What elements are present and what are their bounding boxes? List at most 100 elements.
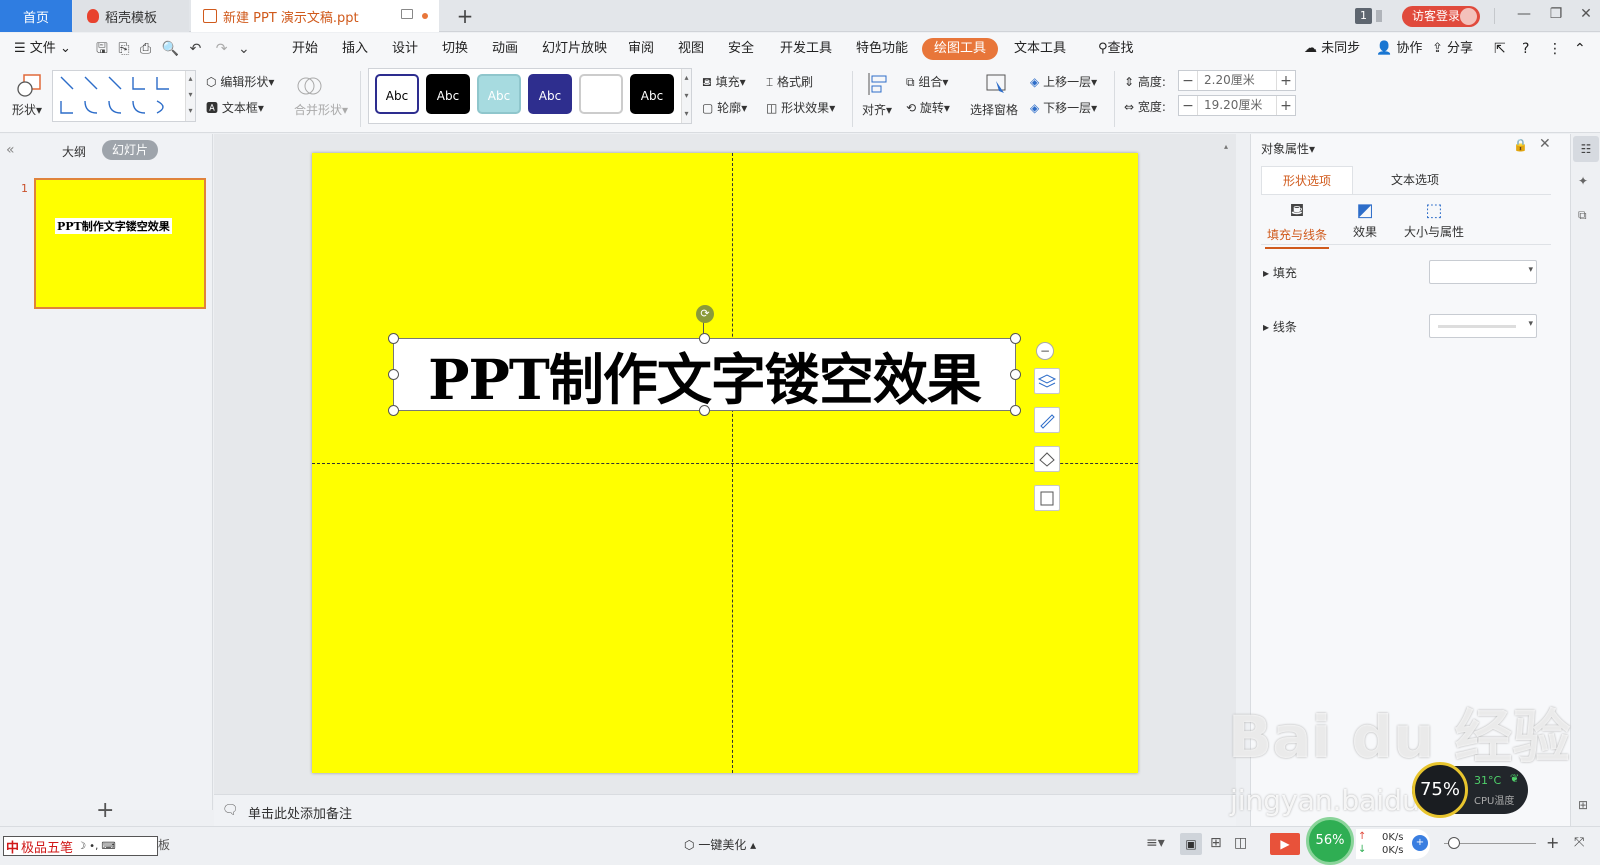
new-tab-button[interactable]: + [450,0,480,32]
shape-style-preset[interactable] [579,74,623,114]
ime-moon-icon[interactable]: ☽ •, ⌨ [77,841,116,852]
pen-icon[interactable] [1034,407,1060,433]
login-button[interactable]: 访客登录 [1402,6,1480,27]
fill-section[interactable]: ▸ 填充 [1263,264,1297,281]
resize-handle[interactable] [388,369,399,380]
slide-title[interactable]: PPT制作文字镂空效果 [428,335,982,415]
menu-item[interactable]: 特色功能 [856,33,908,65]
shape-gallery[interactable]: ▴ ▾ ▾ [52,70,196,122]
tab-document[interactable]: 新建 PPT 演示文稿.ppt [191,0,439,32]
panel-title[interactable]: 对象属性▾ [1261,140,1315,157]
boost-icon[interactable]: + [1412,835,1428,851]
menu-item[interactable]: 安全 [728,33,754,65]
merge-shape-button[interactable]: 合并形状▾ [294,101,348,118]
group-button[interactable]: ⧉ 组合▾ [906,73,948,90]
help-icon[interactable]: ? [1522,33,1529,65]
slide-thumbnail[interactable]: PPT制作文字镂空效果 [34,178,206,309]
height-input[interactable]: 2.20厘米 [1197,71,1277,90]
tab-outline[interactable]: 大纲 [62,143,86,160]
resize-handle[interactable] [1010,333,1021,344]
grid-icon[interactable]: ⊞ [1578,798,1588,812]
restore-icon[interactable]: ❐ [1546,6,1566,26]
copy-icon[interactable]: ⎘ [118,41,129,57]
minimize-icon[interactable]: — [1514,6,1534,26]
edit-shape-button[interactable]: ⬡ 编辑形状▾ [206,73,274,90]
play-slideshow-icon[interactable]: ▶ [1270,833,1300,855]
tab-slides[interactable]: 幻灯片 [102,140,158,160]
line-style-dropdown[interactable]: ▾ [1429,314,1537,338]
height-stepper[interactable]: −2.20厘米 + [1178,70,1296,91]
search-button[interactable]: ⚲查找 [1098,33,1134,65]
decrease-icon[interactable]: − [1179,98,1197,114]
menu-item[interactable]: 文本工具 [1014,33,1066,65]
file-menu[interactable]: ☰ 文件 ⌄ [14,33,71,65]
shape-button[interactable] [14,71,44,101]
tab-text-options[interactable]: 文本选项 [1369,166,1461,194]
rotate-button[interactable]: ⟲ 旋转▾ [906,99,950,116]
subtab-fill-line[interactable]: ⛾ 填充与线条 [1265,200,1329,249]
redo-icon[interactable]: ↷ [216,41,228,57]
increase-icon[interactable]: + [1277,73,1295,89]
bring-forward-button[interactable]: ◈ 上移一层▾ [1030,73,1097,90]
notes-placeholder[interactable]: 单击此处添加备注 [248,803,352,822]
preview-icon[interactable]: 🔍 [162,41,179,57]
collab-button[interactable]: 👤 协作 [1376,33,1422,65]
shape-style-preset[interactable]: Abc [375,74,419,114]
save-icon[interactable]: 🖫 [96,41,108,57]
fill-color-dropdown[interactable]: ▾ [1429,260,1537,284]
fill-button[interactable]: ⛾ 填充▾ [702,73,746,91]
frame-icon[interactable] [1034,485,1060,511]
shape-style-preset[interactable]: Abc [630,74,674,114]
shape-effect-button[interactable]: ◫ 形状效果▾ [766,99,835,116]
menu-item[interactable]: 审阅 [628,33,654,65]
pin-icon[interactable]: 🔒 [1513,138,1528,152]
collapse-ribbon-icon[interactable]: ⇱ [1494,33,1506,65]
selection-pane-button[interactable]: 选择窗格 [970,101,1018,118]
menu-item[interactable]: 插入 [342,33,368,65]
width-input[interactable]: 19.20厘米 [1197,96,1277,115]
menu-item[interactable]: 视图 [678,33,704,65]
menu-item[interactable]: 绘图工具 [922,38,999,60]
style-gallery-scroll[interactable]: ▴ ▾ ▾ [681,69,691,123]
scroll-up-icon[interactable]: ▴ [1224,142,1228,151]
ime-toolbar[interactable]: 中 极品五笔 ☽ •, ⌨ [3,836,158,856]
collapse-panel-icon[interactable]: « [6,142,15,158]
menu-item[interactable]: 设计 [392,33,418,65]
title-textbox[interactable]: PPT制作文字镂空效果 [393,338,1016,412]
tab-shape-options[interactable]: 形状选项 [1261,166,1353,194]
textbox-button[interactable]: 🅰 文本框▾ [206,99,264,116]
gallery-scroll[interactable]: ▴ ▾ ▾ [185,71,195,121]
add-slide-button[interactable]: + [96,798,114,823]
normal-view-icon[interactable]: ▣ [1180,833,1202,855]
fit-window-icon[interactable]: ⤧ [1574,835,1584,850]
subtab-size[interactable]: ⬚ 大小与属性 [1401,200,1467,240]
line-section[interactable]: ▸ 线条 [1263,318,1297,335]
sync-button[interactable]: ☁ 未同步 [1304,33,1360,65]
horizontal-guide[interactable] [312,463,1138,464]
cpu-temp-widget[interactable]: 75% 31°C CPU温度 ❦ [1412,762,1528,818]
width-stepper[interactable]: −19.20厘米 + [1178,95,1296,116]
ribbon-toggle-icon[interactable]: ⌃ [1574,33,1586,65]
properties-icon[interactable]: ☷ [1573,136,1599,162]
menu-item[interactable]: 切换 [442,33,468,65]
collapse-float-icon[interactable]: − [1036,342,1054,360]
share-button[interactable]: ⇪ 分享 [1432,33,1473,65]
decrease-icon[interactable]: − [1179,73,1197,89]
zoom-slider-thumb[interactable] [1448,837,1460,849]
menu-item[interactable]: 幻灯片放映 [542,33,607,65]
send-backward-button[interactable]: ◈ 下移一层▾ [1030,99,1097,116]
close-panel-icon[interactable]: ✕ [1539,136,1551,152]
tab-home[interactable]: 首页 [0,0,72,32]
resize-handle[interactable] [388,405,399,416]
layers-icon[interactable] [1034,368,1060,394]
monitor-icon[interactable] [401,9,413,19]
undo-icon[interactable]: ↶ [190,41,202,57]
copy-panel-icon[interactable]: ⧉ [1578,208,1587,223]
increase-icon[interactable]: + [1277,98,1295,114]
resize-handle[interactable] [1010,369,1021,380]
more-icon[interactable]: ⋮ [1548,33,1562,65]
print-icon[interactable]: ⎙ [140,41,151,57]
slide[interactable]: PPT制作文字镂空效果 [312,153,1138,773]
rotate-handle-icon[interactable]: ⟳ [696,305,714,323]
zoom-in-icon[interactable]: + [1546,833,1559,852]
